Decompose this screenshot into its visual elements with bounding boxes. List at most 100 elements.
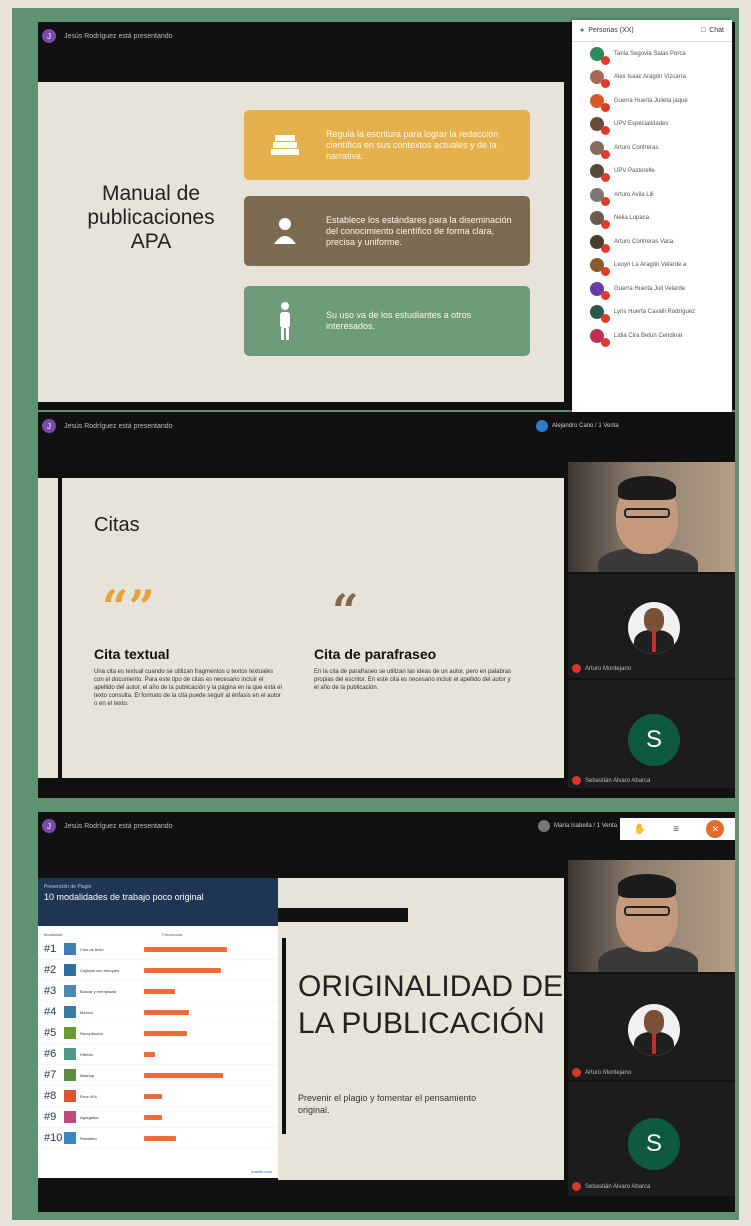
row-label: Clon de texto — [80, 946, 104, 952]
divider — [58, 478, 62, 778]
participants-panel[interactable]: ● Personas (XX) □ Chat Tania Segovia Sal… — [572, 20, 732, 440]
participant-row[interactable]: UPV Pastorelle — [572, 160, 732, 184]
avatar — [628, 602, 680, 654]
participant-row[interactable]: Lidia Cira Betún Cendinal — [572, 324, 732, 348]
presenter-bar: J Jesús Rodríguez está presentando — [38, 812, 568, 840]
infographic-row: #6 Híbrido — [38, 1044, 278, 1065]
presenter-text: Jesús Rodríguez está presentando — [64, 422, 173, 430]
tab-people[interactable]: ● Personas (XX) — [580, 27, 634, 34]
participant-row[interactable]: Guerra Huerta Juli Velarde — [572, 277, 732, 301]
cita-textual-text: Una cita es textual cuando se utilizan f… — [94, 669, 282, 707]
panel-header: ● Personas (XX) □ Chat — [572, 20, 732, 42]
participant-row[interactable]: Guerra Huerta Julieta jaque — [572, 89, 732, 113]
row-rank: #10 — [44, 1132, 63, 1144]
infographic-rows: #1 Clon de texto #2 Copiado con retoques #3 B… — [38, 939, 278, 1149]
slide-title: ORIGINALIDAD DE LA PUBLICACIÓN — [298, 970, 564, 1040]
books-icon — [244, 131, 326, 159]
row-icon — [64, 1027, 76, 1039]
row-icon — [64, 1048, 76, 1060]
infographic-row: #2 Copiado con retoques — [38, 960, 278, 981]
video-tile-1[interactable]: Arturo Montejano — [568, 574, 735, 678]
leave-icon[interactable]: ✕ — [706, 820, 725, 838]
row-icon — [64, 1006, 76, 1018]
video-person-hair — [618, 874, 676, 898]
row-icon — [64, 985, 76, 997]
avatar — [590, 258, 610, 277]
raised-hand-notice: María Isabella / 1 Venta — [538, 820, 617, 832]
avatar — [590, 70, 610, 89]
infographic-row: #5 Recopilación — [38, 1023, 278, 1044]
video-tile-2[interactable]: S Sebastián Alvaro Abarca — [568, 1082, 735, 1196]
row-icon — [64, 943, 76, 955]
row-bar — [144, 946, 227, 952]
video-tile-speaker[interactable] — [568, 462, 735, 572]
presenter-icon: J — [42, 419, 56, 433]
row-label: Híbrido — [80, 1051, 93, 1057]
cita-parafraseo-text: En la cita de parafraseo se utilizan las… — [314, 669, 512, 691]
video-tile-speaker[interactable] — [568, 860, 735, 972]
avatar — [590, 234, 610, 253]
presenter-text: Jesús Rodríguez está presentando — [64, 822, 173, 830]
participant-row[interactable]: Lyris Huerta Cavalli Rodríguez — [572, 301, 732, 325]
row-bar — [144, 1114, 162, 1120]
quote-icon: “” — [102, 580, 155, 634]
tile-label: Arturo Montejano — [572, 1068, 631, 1077]
avatar — [590, 117, 610, 136]
row-rank: #1 — [44, 943, 57, 955]
row-rank: #9 — [44, 1111, 57, 1123]
presenter-icon: J — [42, 819, 56, 833]
avatar — [590, 187, 610, 206]
tile-label: Sebastián Alvaro Abarca — [572, 776, 650, 785]
participant-row[interactable]: Arturo Avila Lili — [572, 183, 732, 207]
row-icon — [64, 964, 76, 976]
mic-off-icon — [572, 1182, 581, 1191]
slide-title: Citas — [94, 514, 140, 536]
row-label: Retwitteo — [80, 1135, 97, 1141]
screenshot-3: J Jesús Rodríguez está presentando María… — [38, 812, 735, 1212]
presenter-text: Jesús Rodríguez está presentando — [64, 32, 173, 40]
row-icon — [64, 1111, 76, 1123]
avatar — [590, 211, 610, 230]
avatar — [590, 140, 610, 159]
participant-row[interactable]: UPV Especialidades — [572, 113, 732, 137]
mic-off-icon — [572, 1068, 581, 1077]
chat-icon: □ — [700, 27, 706, 34]
row-bar — [144, 1051, 155, 1057]
divider — [278, 908, 408, 922]
tab-chat[interactable]: □ Chat — [701, 27, 724, 34]
divider-vertical — [282, 938, 286, 1134]
row-label: Error 404 — [80, 1093, 97, 1099]
participant-row[interactable]: Leoyn La Aragón Velarde a — [572, 254, 732, 278]
video-tile-2[interactable]: S Sebastián Alvaro Abarca — [568, 680, 735, 788]
participant-row[interactable]: Tania Segovia Salas Porca — [572, 42, 732, 66]
card-2: Establece los estándares para la disemin… — [244, 196, 530, 266]
participant-row[interactable]: Alex Isaac Aragón Vizcarra — [572, 66, 732, 90]
card-1: Regula la escritura para lograr la redac… — [244, 110, 530, 180]
row-rank: #7 — [44, 1069, 57, 1081]
participant-row[interactable]: Arturo Contreras — [572, 136, 732, 160]
row-rank: #8 — [44, 1090, 57, 1102]
row-label: Agregador — [80, 1114, 99, 1120]
raise-hand-icon[interactable]: ✋ — [634, 824, 646, 835]
avatar: S — [628, 714, 680, 766]
tile-label: Sebastián Alvaro Abarca — [572, 1182, 650, 1191]
participant-row[interactable]: Arturo Contreras Vaca — [572, 230, 732, 254]
slide-apa: Manual de publicaciones APA Regula la es… — [38, 82, 564, 402]
row-label: Mezcla — [80, 1009, 93, 1015]
row-rank: #2 — [44, 964, 57, 976]
avatar — [590, 46, 610, 65]
card-text: Regula la escritura para lograr la redac… — [326, 128, 499, 161]
video-tile-1[interactable]: Arturo Montejano — [568, 974, 735, 1080]
row-label: Copiado con retoques — [80, 967, 120, 973]
hand-badge-icon — [538, 820, 550, 832]
more-icon[interactable]: ≡ — [673, 824, 679, 835]
infographic-row: #10 Retwitteo — [38, 1128, 278, 1149]
infographic-row: #4 Mezcla — [38, 1002, 278, 1023]
people-icon: ● — [580, 27, 585, 34]
avatar — [628, 1004, 680, 1056]
participant-row[interactable]: Nelia Lupaca — [572, 207, 732, 231]
row-rank: #5 — [44, 1027, 57, 1039]
infographic-title: 10 modalidades de trabajo poco original — [44, 892, 204, 902]
infographic-header: Prevención de Plagio 10 modalidades de t… — [38, 878, 278, 926]
row-icon — [64, 1069, 76, 1081]
